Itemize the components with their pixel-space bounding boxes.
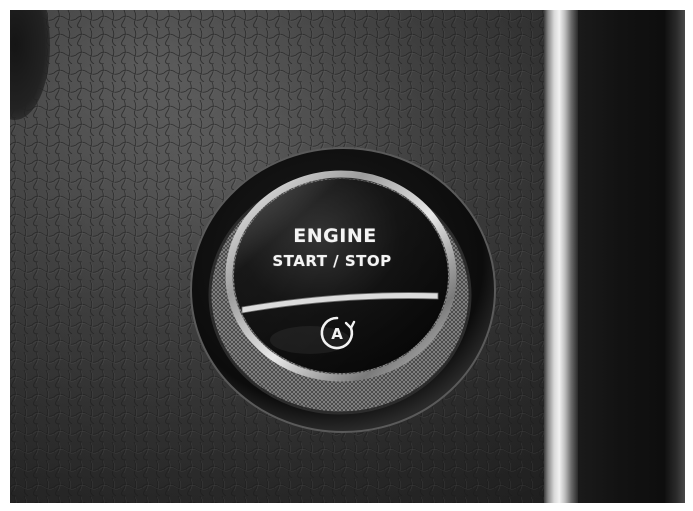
auto-start-stop-icon: A [320, 316, 356, 350]
start-stop-label: START / STOP [272, 252, 392, 270]
auto-icon-letter: A [331, 325, 343, 343]
car-console-photo: ENGINE START / STOP A [10, 10, 685, 503]
engine-label: ENGINE [293, 225, 377, 247]
photo-frame: ENGINE START / STOP A [0, 0, 693, 511]
